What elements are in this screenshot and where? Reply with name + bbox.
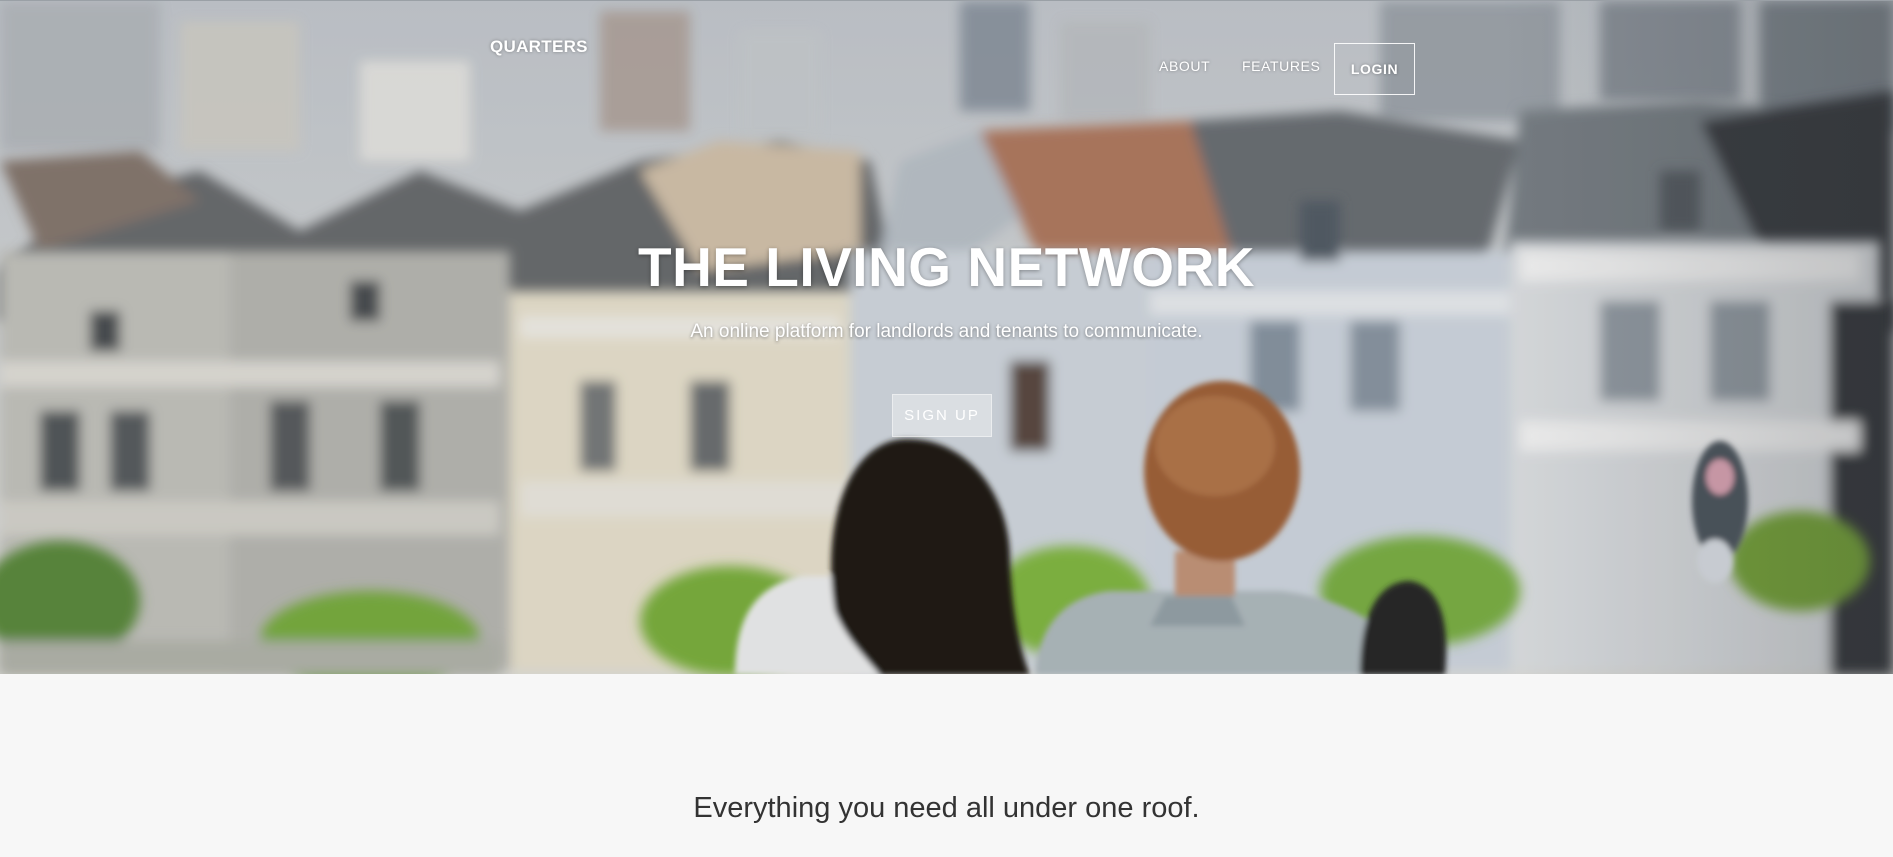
section-heading: Everything you need all under one roof. [693,792,1200,824]
login-button[interactable]: LOGIN [1334,43,1415,95]
hero-section: QUARTERS ABOUT FEATURES LOGIN THE LIVING… [0,0,1893,674]
hero-title: THE LIVING NETWORK [637,236,1256,298]
sign-up-button[interactable]: SIGN UP [892,394,992,437]
hero-subtitle: An online platform for landlords and ten… [690,321,1203,342]
nav-link-features[interactable]: FEATURES [1242,58,1320,74]
nav-link-about[interactable]: ABOUT [1159,58,1210,74]
top-navigation: ABOUT FEATURES LOGIN [0,43,1893,95]
features-section: Everything you need all under one roof. [0,674,1893,857]
